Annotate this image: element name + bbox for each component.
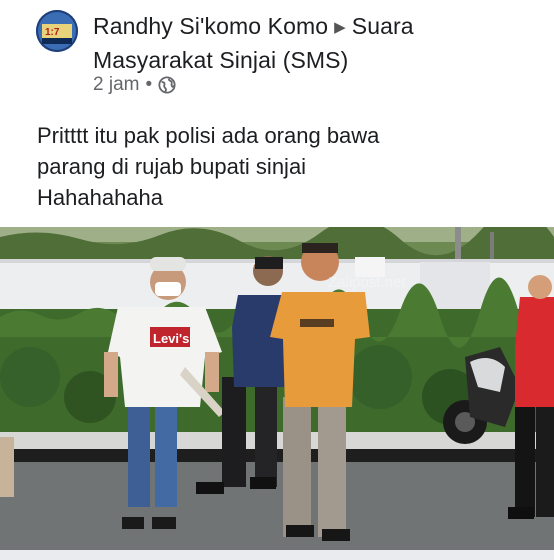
globe-icon [158, 76, 176, 94]
post-body: Pritttt itu pak polisi ada orang bawa pa… [37, 120, 517, 213]
author-name[interactable]: Randhy Si'komo Komo [93, 13, 328, 39]
photo-watermark: Zalipost.net [328, 274, 406, 291]
triangle-right-icon: ▶ [334, 19, 346, 36]
post-timestamp[interactable]: 2 jam [93, 74, 139, 96]
author-avatar[interactable]: 1:7 [36, 10, 78, 52]
post-author-line: Randhy Si'komo Komo ▶ Suara Masyarakat Sin… [93, 11, 538, 75]
post-text-line: Hahahahaha [37, 185, 164, 210]
photo-bottom-strip [0, 550, 554, 560]
meta-separator: • [145, 74, 153, 95]
post-text-line: parang di rujab bupati sinjai [37, 154, 307, 179]
svg-text:1:7: 1:7 [45, 27, 60, 38]
post-text-line: Pritttt itu pak polisi ada orang bawa [37, 123, 380, 148]
shirt-print: Levi's [153, 331, 189, 346]
post-photo[interactable]: Levi's Zalipost.net [0, 227, 554, 550]
post-meta: 2 jam • [93, 74, 176, 96]
post-header: 1:7 Randhy Si'komo Komo ▶ Suara Masyarakat… [0, 0, 554, 110]
